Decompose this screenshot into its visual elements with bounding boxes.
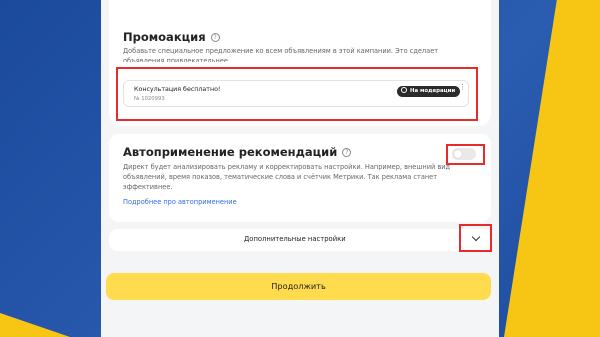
auto-apply-description-3: эффективнее. bbox=[123, 183, 173, 191]
auto-apply-title: Автоприменение рекомендаций? bbox=[123, 145, 352, 159]
highlight-frame-chevron bbox=[459, 224, 492, 252]
promo-description-2: объявления привлекательнее. bbox=[123, 57, 231, 62]
help-icon[interactable]: ? bbox=[342, 148, 352, 157]
promo-title-text: Промоакция bbox=[123, 30, 206, 44]
continue-button[interactable]: Продолжить bbox=[106, 273, 491, 300]
help-icon[interactable]: ? bbox=[210, 33, 220, 42]
highlight-frame-toggle bbox=[446, 144, 485, 165]
promo-title: Промоакция? bbox=[123, 30, 220, 44]
auto-apply-more-link[interactable]: Подробнее про автоприменение bbox=[123, 198, 237, 206]
highlight-frame-promo bbox=[116, 67, 478, 121]
auto-apply-description-2: объявлений, время показов, тематические … bbox=[123, 173, 438, 181]
auto-apply-title-text: Автоприменение рекомендаций bbox=[123, 145, 338, 159]
promo-description-1: Добавьте специальное предложение ко всем… bbox=[123, 47, 439, 55]
extra-settings-label: Дополнительные настройки bbox=[244, 235, 346, 243]
auto-apply-description-1: Директ будет анализировать рекламу и кор… bbox=[123, 163, 451, 171]
